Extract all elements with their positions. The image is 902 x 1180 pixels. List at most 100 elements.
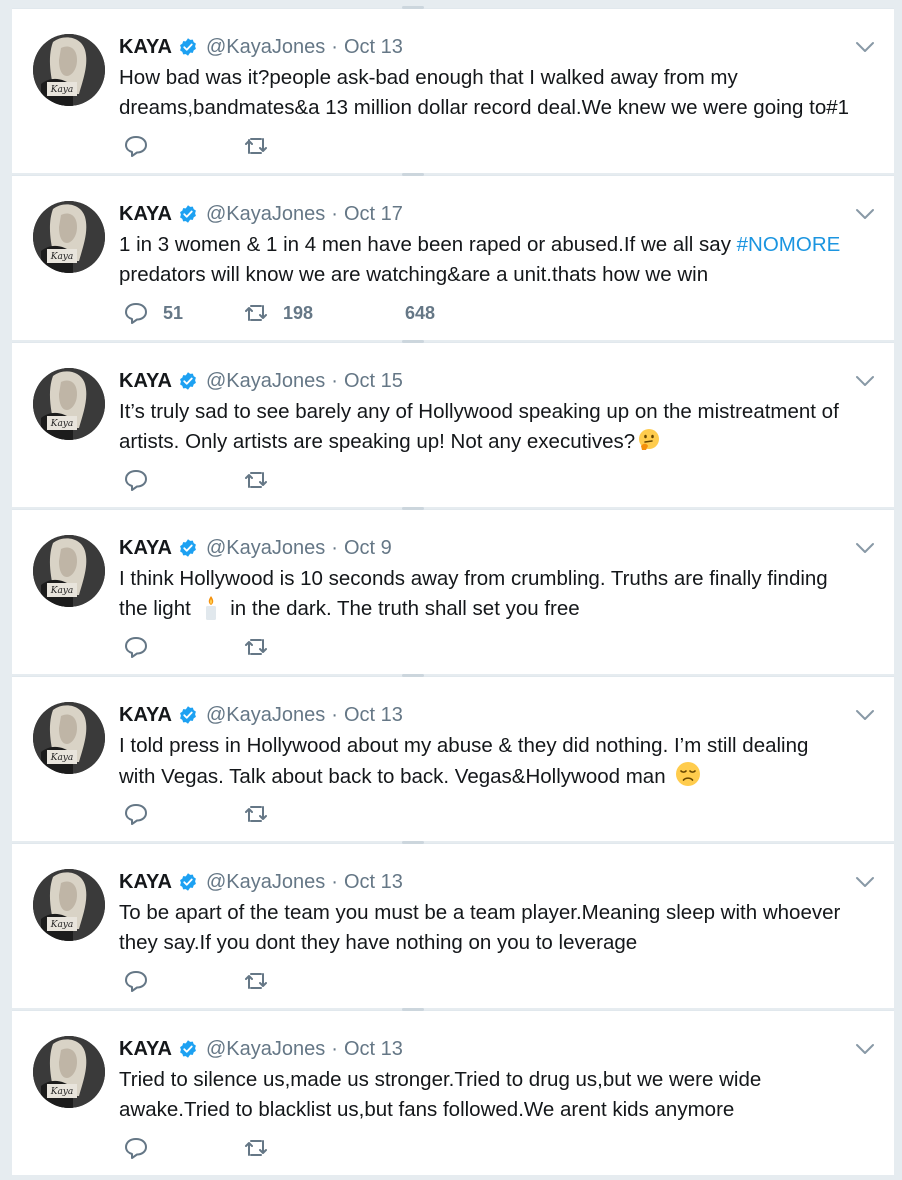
chevron-down-icon[interactable] — [854, 707, 876, 723]
display-name[interactable]: KAYA — [119, 370, 172, 393]
thread-notch — [402, 6, 424, 9]
tweet-actions — [123, 632, 269, 662]
avatar[interactable]: Kaya — [33, 1036, 105, 1108]
retweet-icon — [245, 472, 267, 488]
chevron-down-icon[interactable] — [854, 39, 876, 55]
tweet-header: KAYA @KayaJones · Oct 17 — [119, 201, 403, 227]
tweet-date[interactable]: Oct 15 — [344, 370, 403, 393]
tweet-date[interactable]: Oct 13 — [344, 1038, 403, 1061]
retweet-icon — [245, 973, 267, 989]
separator-dot: · — [331, 536, 338, 559]
tweet-header: KAYA @KayaJones · Oct 9 — [119, 535, 392, 561]
reply-button[interactable] — [123, 966, 243, 996]
tweet-text-line: awake.Tried to blacklist us,but fans fol… — [119, 1098, 735, 1121]
tweet-actions — [123, 1133, 269, 1163]
tweet-header: KAYA @KayaJones · Oct 13 — [119, 34, 403, 60]
display-name[interactable]: KAYA — [119, 203, 172, 226]
tweet-date[interactable]: Oct 13 — [344, 704, 403, 727]
avatar[interactable]: Kaya — [33, 702, 105, 774]
candle-emoji-icon — [205, 596, 216, 620]
reply-count: 51 — [163, 302, 184, 323]
reply-button[interactable] — [123, 131, 243, 161]
user-handle[interactable]: @KayaJones — [206, 370, 325, 393]
user-handle[interactable]: @KayaJones — [206, 871, 325, 894]
tweet-header: KAYA @KayaJones · Oct 13 — [119, 1036, 403, 1062]
avatar-caption: Kaya — [50, 753, 74, 763]
retweet-button[interactable] — [243, 1133, 269, 1163]
avatar[interactable]: Kaya — [33, 869, 105, 941]
tweet-actions: 51 198 648 — [123, 298, 435, 328]
reply-button[interactable] — [123, 799, 243, 829]
tweet-text-line: the light in the dark. The truth shall s… — [119, 594, 879, 624]
display-name[interactable]: KAYA — [119, 1038, 172, 1061]
reply-button[interactable] — [123, 632, 243, 662]
tweet-card[interactable]: Kaya KAYA @KayaJones · Oct 15 It’s truly… — [12, 340, 894, 507]
avatar-caption: Kaya — [50, 419, 74, 429]
separator-dot: · — [331, 369, 338, 392]
retweet-button[interactable] — [243, 632, 269, 662]
tweet-text-line: they say.If you dont they have nothing o… — [119, 931, 638, 954]
tweet-text-segment: the light — [119, 597, 191, 620]
tweet-text: To be apart of the team you must be a te… — [119, 898, 879, 958]
tweet-date[interactable]: Oct 9 — [344, 537, 392, 560]
chevron-down-icon[interactable] — [854, 206, 876, 222]
reply-icon — [125, 1138, 147, 1159]
avatar-caption: Kaya — [50, 586, 74, 596]
user-handle[interactable]: @KayaJones — [206, 1038, 325, 1061]
verified-badge-icon — [180, 38, 196, 56]
user-handle[interactable]: @KayaJones — [206, 537, 325, 560]
avatar[interactable]: Kaya — [33, 535, 105, 607]
tweet-text-line: predators will know we are watching&are … — [119, 263, 709, 286]
tweet-card[interactable]: Kaya KAYA @KayaJones · Oct 13 I told pre… — [12, 674, 894, 841]
retweet-button[interactable] — [243, 131, 269, 161]
tweet-text: It’s truly sad to see barely any of Holl… — [119, 397, 879, 457]
avatar[interactable]: Kaya — [33, 368, 105, 440]
reply-icon — [125, 470, 147, 491]
user-handle[interactable]: @KayaJones — [206, 704, 325, 727]
tweet-text-line: artists. Only artists are speaking up! N… — [119, 427, 879, 457]
retweet-button[interactable] — [243, 966, 269, 996]
like-button[interactable]: 648 — [405, 298, 435, 328]
chevron-down-icon[interactable] — [854, 373, 876, 389]
retweet-button[interactable] — [243, 465, 269, 495]
thinking-face-emoji-icon — [639, 429, 660, 450]
reply-button[interactable]: 51 — [123, 298, 243, 328]
tweet-text-line: with Vegas. Talk about back to back. Veg… — [119, 761, 879, 792]
verified-badge-icon — [180, 873, 196, 891]
display-name[interactable]: KAYA — [119, 704, 172, 727]
tweet-date[interactable]: Oct 13 — [344, 871, 403, 894]
hashtag-link[interactable]: #NOMORE — [737, 233, 841, 256]
retweet-button[interactable] — [243, 799, 269, 829]
tweet-card[interactable]: Kaya KAYA @KayaJones · Oct 13 Tried to s… — [12, 1008, 894, 1175]
disappointed-face-emoji-icon — [676, 762, 701, 786]
tweet-card[interactable]: Kaya KAYA @KayaJones · Oct 13 To be apar… — [12, 841, 894, 1008]
retweet-count: 198 — [283, 302, 314, 323]
tweet-card[interactable]: Kaya KAYA @KayaJones · Oct 17 1 in 3 wom… — [12, 173, 894, 340]
chevron-down-icon[interactable] — [854, 540, 876, 556]
tweet-text-line: How bad was it?people ask-bad enough tha… — [119, 66, 738, 89]
retweet-button[interactable]: 198 — [243, 298, 405, 328]
tweet-text: How bad was it?people ask-bad enough tha… — [119, 63, 879, 123]
user-handle[interactable]: @KayaJones — [206, 203, 325, 226]
display-name[interactable]: KAYA — [119, 36, 172, 59]
tweet-card[interactable]: Kaya KAYA @KayaJones · Oct 9 I think Hol… — [12, 507, 894, 674]
chevron-down-icon[interactable] — [854, 1041, 876, 1057]
avatar[interactable]: Kaya — [33, 34, 105, 106]
tweet-text-segment: artists. Only artists are speaking up! N… — [119, 430, 636, 453]
display-name[interactable]: KAYA — [119, 871, 172, 894]
avatar-caption: Kaya — [50, 1087, 74, 1097]
tweet-card[interactable]: Kaya KAYA @KayaJones · Oct 13 How bad wa… — [12, 6, 894, 173]
reply-button[interactable] — [123, 465, 243, 495]
user-handle[interactable]: @KayaJones — [206, 36, 325, 59]
thread-notch — [402, 173, 424, 176]
display-name[interactable]: KAYA — [119, 537, 172, 560]
reply-icon — [125, 637, 147, 658]
tweet-date[interactable]: Oct 13 — [344, 36, 403, 59]
thread-notch — [402, 340, 424, 343]
avatar[interactable]: Kaya — [33, 201, 105, 273]
reply-button[interactable] — [123, 1133, 243, 1163]
tweet-text-line: Tried to silence us,made us stronger.Tri… — [119, 1068, 762, 1091]
separator-dot: · — [331, 35, 338, 58]
chevron-down-icon[interactable] — [854, 874, 876, 890]
tweet-date[interactable]: Oct 17 — [344, 203, 403, 226]
